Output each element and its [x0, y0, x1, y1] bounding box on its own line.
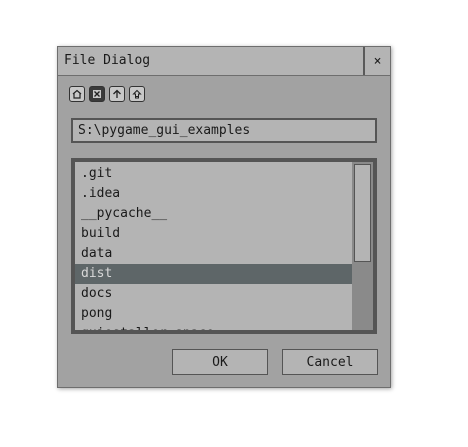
cancel-button[interactable]: Cancel — [282, 349, 378, 375]
dialog-titlebar[interactable]: File Dialog × — [58, 47, 390, 76]
refresh-icon — [132, 89, 142, 99]
path-input[interactable]: S:\pygame_gui_examples — [71, 118, 377, 143]
scrollbar-thumb[interactable] — [354, 164, 371, 262]
parent-directory-button[interactable] — [109, 86, 125, 102]
ok-button[interactable]: OK — [172, 349, 268, 375]
delete-button[interactable] — [89, 86, 105, 102]
list-item[interactable]: .git — [75, 164, 352, 184]
dialog-title: File Dialog — [64, 53, 151, 68]
list-item[interactable]: quiestaller space — [75, 324, 352, 330]
list-item[interactable]: build — [75, 224, 352, 244]
list-item[interactable]: pong — [75, 304, 352, 324]
list-item[interactable]: .idea — [75, 184, 352, 204]
close-button[interactable]: × — [363, 47, 390, 75]
refresh-button[interactable] — [129, 86, 145, 102]
toolbar — [69, 86, 145, 102]
scrollbar[interactable] — [352, 162, 373, 330]
home-button[interactable] — [69, 86, 85, 102]
delete-icon — [93, 90, 101, 98]
file-dialog: File Dialog × S:\pygame_gui_examples .gi… — [57, 46, 391, 388]
home-icon — [72, 89, 82, 99]
close-icon: × — [373, 53, 382, 69]
list-item[interactable]: docs — [75, 284, 352, 304]
file-list[interactable]: .git .idea __pycache__ build data dist d… — [71, 158, 377, 334]
list-item-selected[interactable]: dist — [75, 264, 352, 284]
list-item[interactable]: __pycache__ — [75, 204, 352, 224]
list-item[interactable]: data — [75, 244, 352, 264]
parent-directory-icon — [113, 89, 121, 98]
